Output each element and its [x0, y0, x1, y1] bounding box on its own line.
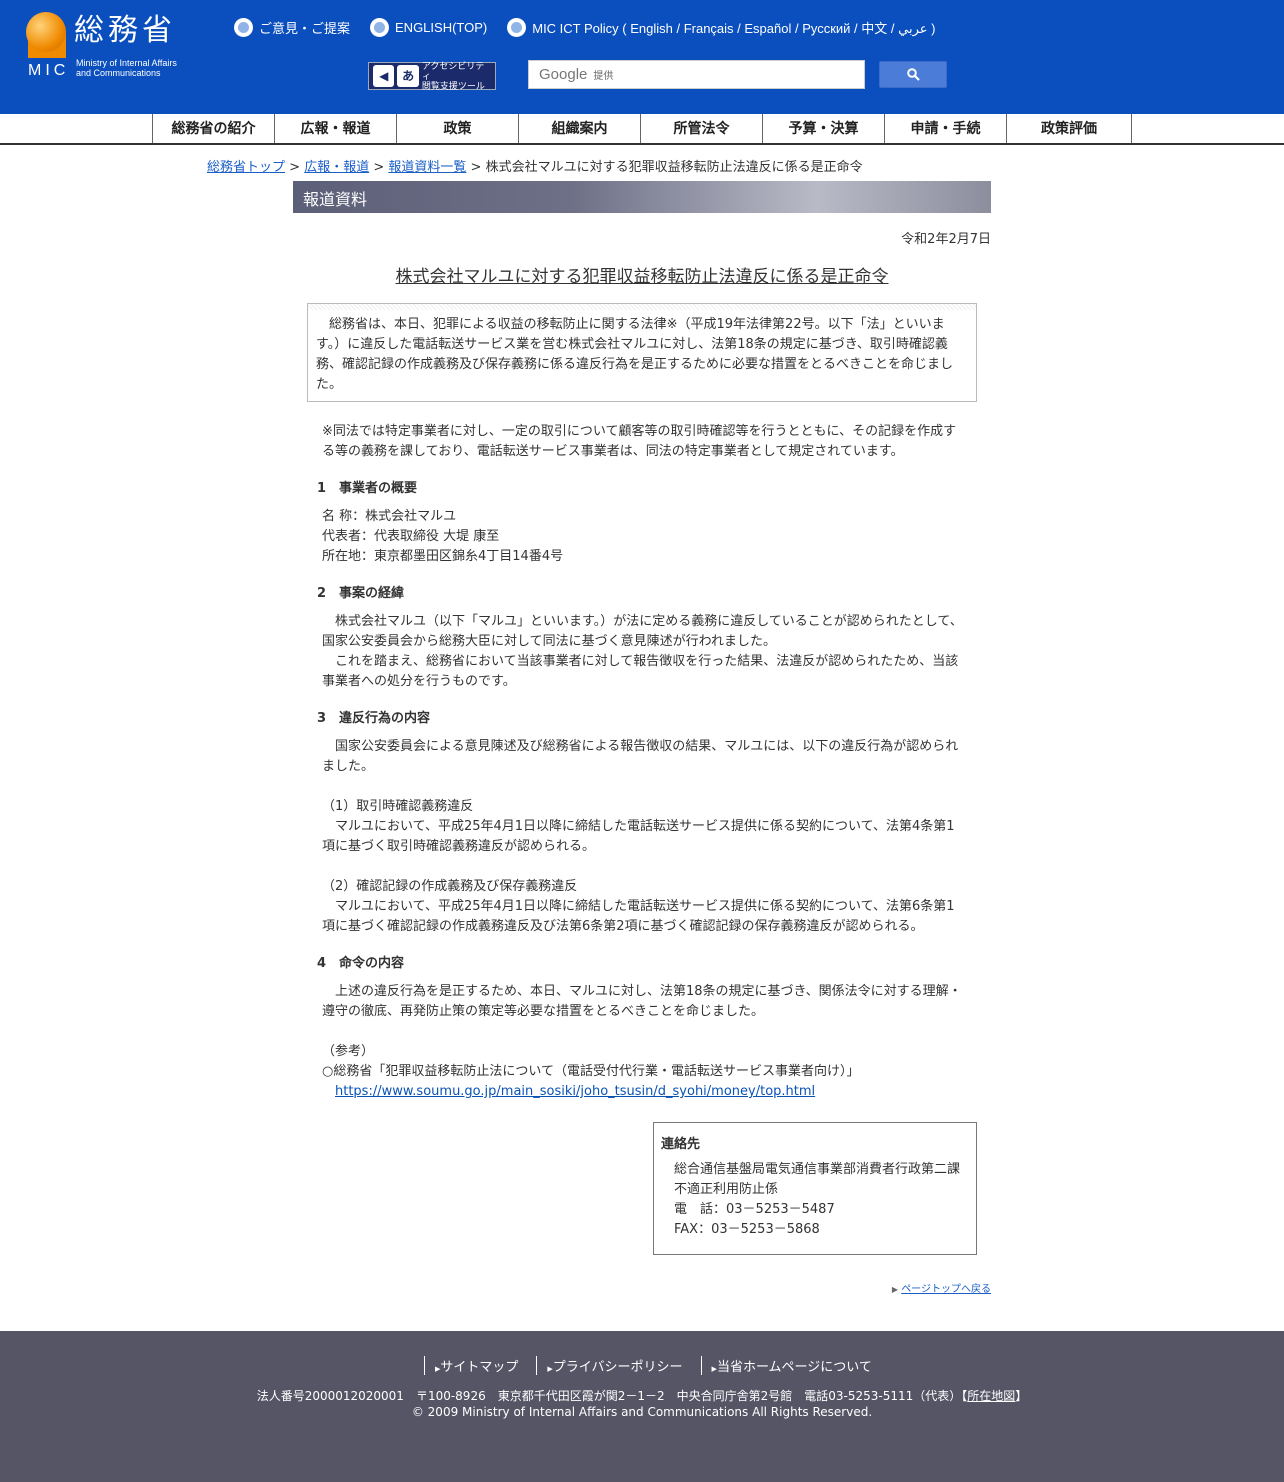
violation-content: 国家公安委員会による意見陳述及び総務省による報告徴収の結果、マルユには、以下の違…: [322, 737, 964, 937]
violation-2-title: （2）確認記録の作成義務及び保存義務違反: [322, 879, 578, 894]
hiragana-icon: あ: [397, 65, 419, 87]
violation-1-title: （1）取引時確認義務違反: [322, 799, 474, 814]
nav-evaluation[interactable]: 政策評価: [1007, 114, 1132, 143]
bullet-circle-icon: [507, 18, 527, 37]
nav-policy[interactable]: 政策: [397, 114, 519, 143]
section-title: 報道資料: [293, 181, 991, 213]
accessibility-label-2: 閲覧支援ツール: [421, 81, 485, 91]
map-bracket-close: 】: [1015, 1389, 1028, 1403]
english-top-link-label: ENGLISH(TOP): [395, 20, 488, 35]
breadcrumb-pr[interactable]: 広報・報道: [304, 160, 369, 175]
reference-title: ○総務省「犯罪収益移転防止法について（電話受付代行業・電話転送サービス事業者向け…: [322, 1064, 860, 1079]
logo-sun-icon: [26, 12, 66, 52]
note-text: ※同法では特定事業者に対し、一定の取引について顧客等の取引時確認等を行うとともに…: [322, 424, 957, 459]
accessibility-label: アクセシビリティ 閲覧支援ツール: [422, 61, 491, 91]
reference-link[interactable]: https://www.soumu.go.jp/main_sosiki/joho…: [335, 1084, 815, 1099]
contact-section: 不適正利用防止係: [674, 1182, 779, 1197]
nav-pr[interactable]: 広報・報道: [275, 114, 397, 143]
logo-kanji: 総務省: [74, 13, 176, 48]
site-footer: ▶サイトマップ ▶プライバシーポリシー ▶当省ホームページについて 法人番号20…: [0, 1331, 1284, 1482]
speaker-icon: ◀: [373, 65, 395, 87]
footer-links: ▶サイトマップ ▶プライバシーポリシー ▶当省ホームページについて: [424, 1356, 890, 1375]
reference-label: （参考）: [322, 1044, 375, 1059]
header-links: ご意見・ご提案 ENGLISH(TOP) MIC ICT Policy ( En…: [234, 18, 935, 37]
case-background-p1: 株式会社マルユ（以下「マルユ」といいます。）が法に定める義務に違反していることが…: [322, 614, 963, 649]
arrow-right-icon: ▶: [891, 1285, 898, 1294]
company-address: 所在地：東京都墨田区錦糸4丁目14番4号: [322, 549, 564, 564]
logo-english: Ministry of Internal Affairs and Communi…: [76, 58, 177, 78]
nav-applications[interactable]: 申請・手続: [885, 114, 1007, 143]
page-top-link[interactable]: ページトップへ戻る: [901, 1284, 991, 1295]
nav-budget[interactable]: 予算・決算: [763, 114, 885, 143]
section-3-heading: 3 違反行為の内容: [317, 711, 431, 726]
breadcrumb-separator: >: [369, 160, 389, 175]
accessibility-tool-button[interactable]: ◀ あ アクセシビリティ 閲覧支援ツール: [368, 61, 496, 91]
breadcrumb: 総務省トップ > 広報・報道 > 報道資料一覧 > 株式会社マルユに対する犯罪収…: [207, 156, 863, 175]
violation-2-body: マルユにおいて、平成25年4月1日以降に締結した電話転送サービス提供に係る契約に…: [322, 899, 955, 934]
footer-copyright: © 2009 Ministry of Internal Affairs and …: [411, 1405, 873, 1419]
company-overview: 名 称：株式会社マルユ 代表者：代表取締役 大堤 康至 所在地：東京都墨田区錦糸…: [322, 507, 964, 567]
ict-policy-link[interactable]: MIC ICT Policy ( English / Français / Es…: [507, 18, 935, 37]
summary-hatch: [308, 304, 976, 310]
footer-privacy-label: プライバシーポリシー: [552, 1360, 683, 1375]
breadcrumb-separator: >: [466, 160, 486, 175]
accessibility-label-1: アクセシビリティ: [421, 61, 485, 81]
mic-logo[interactable]: 総務省 MIC Ministry of Internal Affairs and…: [26, 12, 211, 82]
footer-privacy-link[interactable]: ▶プライバシーポリシー: [536, 1356, 700, 1375]
violation-1-body: マルユにおいて、平成25年4月1日以降に締結した電話転送サービス提供に係る契約に…: [322, 819, 955, 854]
ict-policy-link-label: MIC ICT Policy ( English / Français / Es…: [532, 21, 936, 36]
contact-box: 連絡先 総合通信基盤局電気通信事業部消費者行政第二課 不適正利用防止係 電 話：…: [653, 1122, 977, 1255]
bullet-circle-icon: [234, 18, 253, 37]
contact-title: 連絡先: [661, 1137, 701, 1152]
contact-fax: FAX：03－5253－5868: [674, 1222, 820, 1237]
order-body: 上述の違反行為を是正するため、本日、マルユに対し、法第18条の規定に基づき、関係…: [322, 984, 962, 1019]
nav-laws[interactable]: 所管法令: [641, 114, 763, 143]
search-button[interactable]: [879, 61, 947, 88]
nav-about[interactable]: 総務省の紹介: [153, 114, 275, 143]
footer-address-text: 法人番号2000012020001 〒100-8926 東京都千代田区霞が関2－…: [256, 1389, 962, 1403]
summary-text: 総務省は、本日、犯罪による収益の移転防止に関する法律※（平成19年法律第22号。…: [316, 317, 954, 392]
search-input[interactable]: Google 提供: [528, 60, 865, 89]
footer-sitemap-link[interactable]: ▶サイトマップ: [424, 1356, 536, 1375]
order-content: 上述の違反行為を是正するため、本日、マルユに対し、法第18条の規定に基づき、関係…: [322, 982, 964, 1102]
breadcrumb-home[interactable]: 総務省トップ: [207, 160, 285, 175]
company-name: 名 称：株式会社マルユ: [322, 509, 457, 524]
contact-phone: 電 話：03－5253－5487: [674, 1202, 835, 1217]
english-top-link[interactable]: ENGLISH(TOP): [370, 18, 487, 37]
search-icon: [906, 68, 920, 81]
release-date: 令和2年2月7日: [901, 232, 991, 247]
case-background-p2: これを踏まえ、総務省において当該事業者に対して報告徴収を行った結果、法違反が認め…: [322, 654, 959, 689]
page-title: 株式会社マルユに対する犯罪収益移転防止法違反に係る是正命令: [395, 267, 889, 287]
bullet-circle-icon: [370, 18, 390, 37]
violation-intro: 国家公安委員会による意見陳述及び総務省による報告徴収の結果、マルユには、以下の違…: [322, 739, 959, 774]
case-background: 株式会社マルユ（以下「マルユ」といいます。）が法に定める義務に違反していることが…: [322, 612, 964, 692]
site-header: 総務省 MIC Ministry of Internal Affairs and…: [0, 0, 1284, 114]
logo-english-line-2: and Communications: [76, 68, 161, 78]
logo-abbr: MIC: [28, 62, 70, 79]
breadcrumb-separator: >: [285, 160, 305, 175]
global-nav: 総務省の紹介 広報・報道 政策 組織案内 所管法令 予算・決算 申請・手続 政策…: [0, 114, 1284, 145]
opinion-link-label: ご意見・ご提案: [259, 21, 351, 36]
logo-english-line-1: Ministry of Internal Affairs: [76, 58, 177, 68]
footer-about-link[interactable]: ▶当省ホームページについて: [700, 1356, 890, 1375]
search-powered-by: 提供: [593, 71, 614, 82]
footer-about-label: 当省ホームページについて: [716, 1360, 872, 1375]
summary-box: 総務省は、本日、犯罪による収益の移転防止に関する法律※（平成19年法律第22号。…: [307, 303, 977, 402]
opinion-link[interactable]: ご意見・ご提案: [234, 18, 350, 37]
nav-organization[interactable]: 組織案内: [519, 114, 641, 143]
google-brand: Google: [539, 66, 588, 83]
footer-sitemap-label: サイトマップ: [440, 1360, 519, 1375]
section-4-heading: 4 命令の内容: [317, 956, 405, 971]
footer-map-link[interactable]: 所在地図: [967, 1389, 1015, 1403]
contact-department: 総合通信基盤局電気通信事業部消費者行政第二課: [674, 1162, 961, 1177]
page-top-link-wrap: ▶ ページトップへ戻る: [892, 1280, 991, 1295]
breadcrumb-current: 株式会社マルユに対する犯罪収益移転防止法違反に係る是正命令: [485, 160, 863, 175]
section-2-heading: 2 事案の経緯: [317, 586, 405, 601]
section-1-heading: 1 事業者の概要: [317, 481, 418, 496]
company-representative: 代表者：代表取締役 大堤 康至: [322, 529, 500, 544]
footer-address: 法人番号2000012020001 〒100-8926 東京都千代田区霞が関2－…: [0, 1387, 1284, 1404]
breadcrumb-list[interactable]: 報道資料一覧: [388, 160, 466, 175]
